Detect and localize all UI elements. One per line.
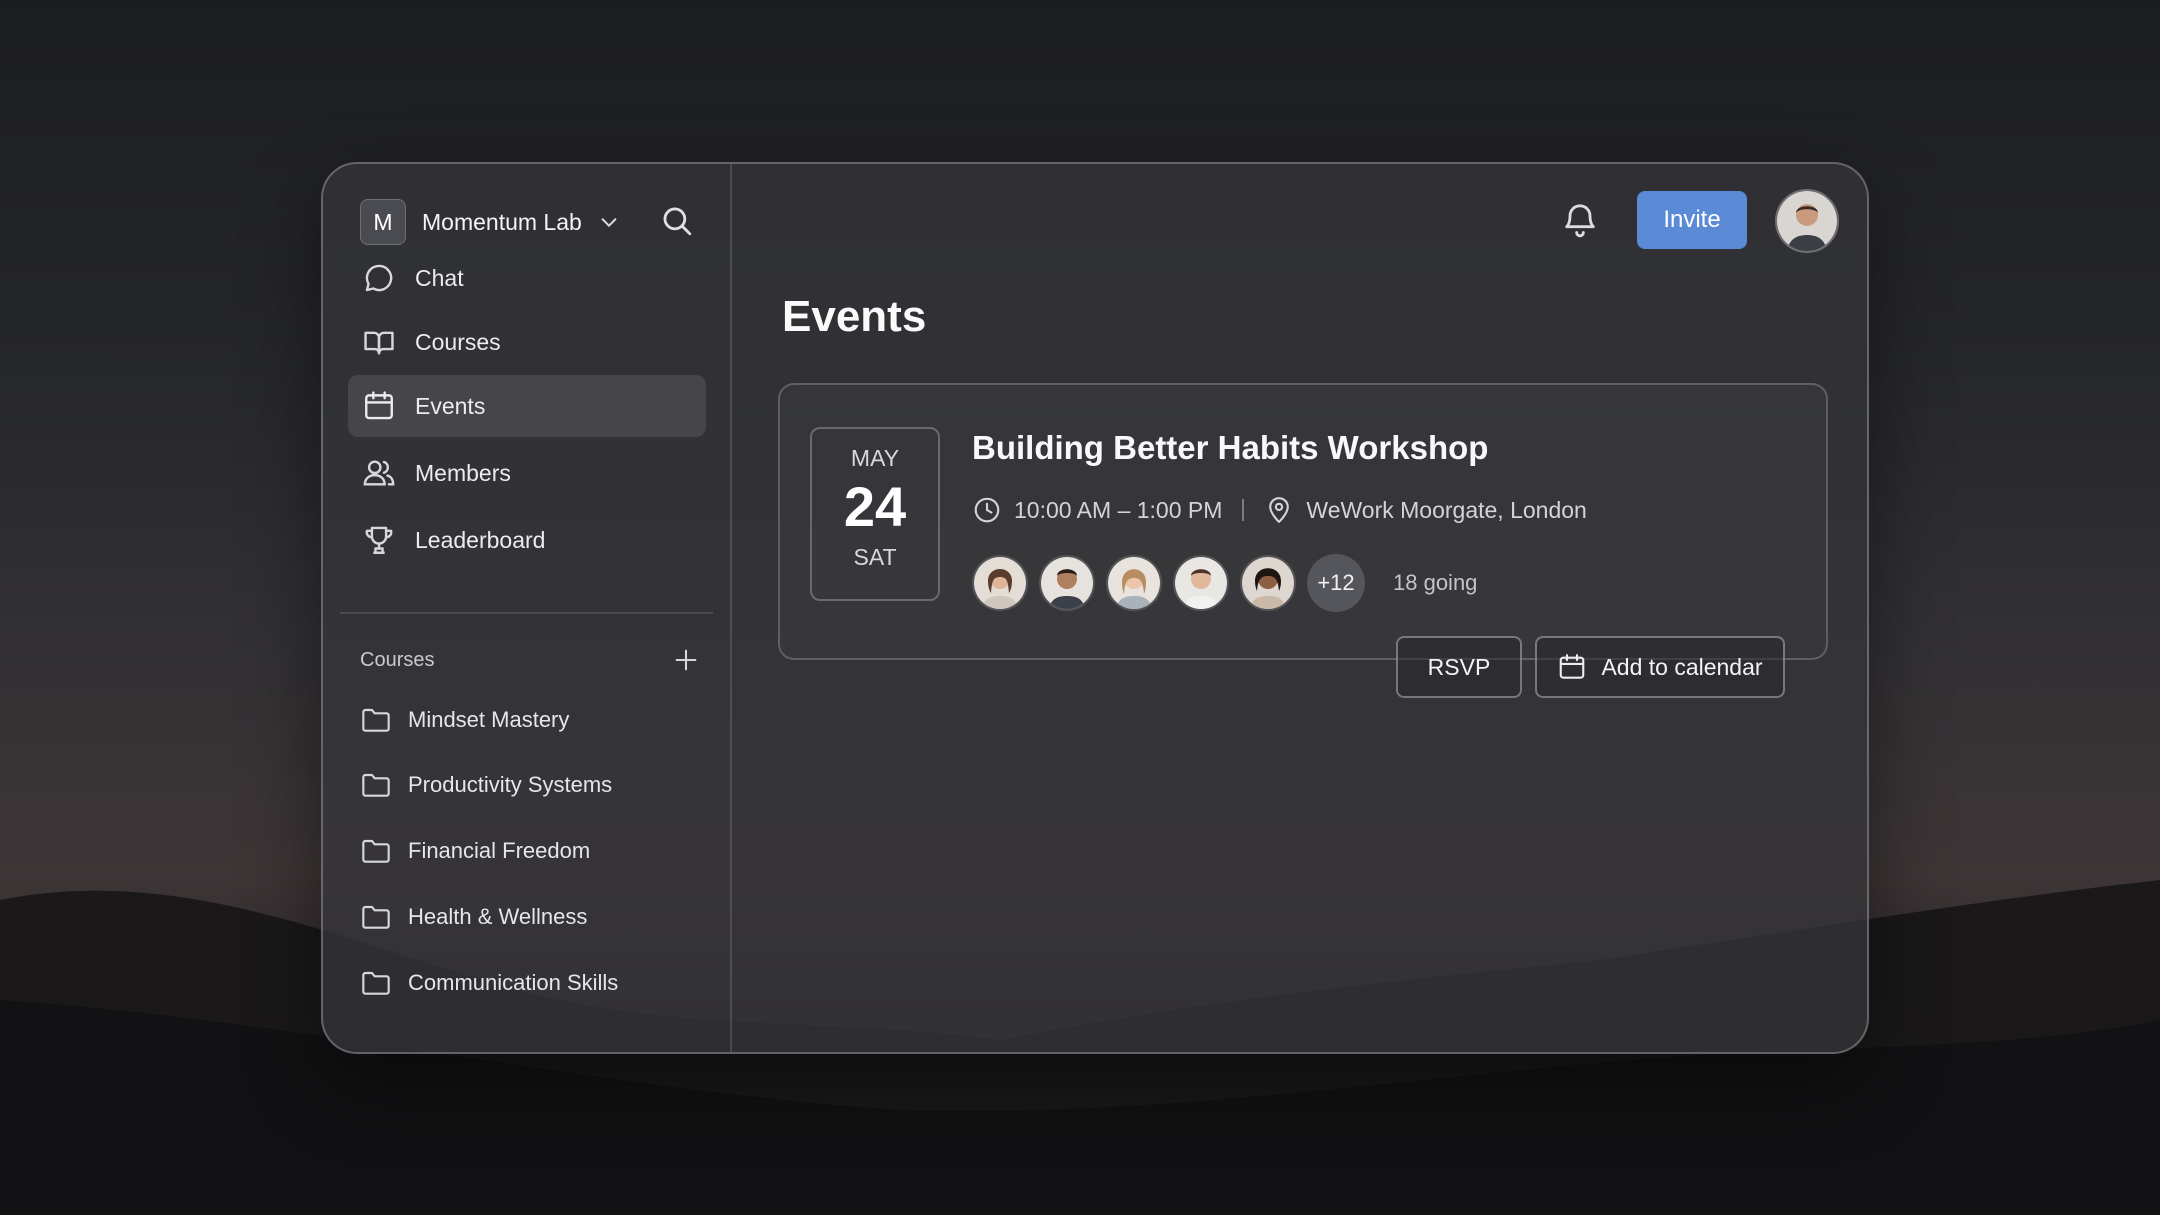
sidebar-item-label: Leaderboard [415, 526, 546, 553]
course-item-label: Health & Wellness [408, 904, 588, 929]
sidebar-item-courses[interactable]: Courses [348, 311, 706, 373]
attendee-avatar [1240, 555, 1296, 611]
courses-section-header: Courses [360, 640, 700, 680]
app-window: M Momentum Lab Chat Courses Events Membe… [321, 162, 1869, 1054]
sidebar-item-label: Courses [415, 328, 501, 355]
attendee-avatar [1106, 555, 1162, 611]
search-icon[interactable] [660, 204, 694, 238]
course-item-mindset-mastery[interactable]: Mindset Mastery [360, 695, 705, 745]
page-title: Events [782, 292, 927, 341]
sidebar-item-leaderboard[interactable]: Leaderboard [348, 509, 706, 571]
calendar-icon [365, 391, 393, 420]
folder-icon [362, 839, 390, 863]
course-item-label: Mindset Mastery [408, 707, 570, 732]
attendee-list[interactable]: +12 18 going [972, 554, 1478, 612]
event-meta: 10:00 AM – 1:00 PM WeWork Moorgate, Lond… [972, 492, 1587, 528]
location-pin-icon [1269, 497, 1290, 523]
more-attendees-badge[interactable]: +12 [1307, 554, 1365, 612]
sidebar-item-label: Events [415, 392, 486, 419]
event-day: 24 [843, 475, 907, 538]
chevron-down-icon[interactable] [598, 211, 620, 233]
bell-icon[interactable] [1560, 200, 1600, 240]
user-avatar-image [1777, 191, 1837, 251]
main-content: Invite Events MAY 24 SAT Building Better… [732, 164, 1867, 1052]
chat-icon [365, 264, 393, 292]
folder-icon [362, 773, 390, 797]
sidebar-item-label: Chat [415, 264, 464, 291]
workspace-switcher[interactable]: M Momentum Lab [360, 196, 700, 248]
sidebar: M Momentum Lab Chat Courses Events Membe… [323, 164, 732, 1052]
attendee-avatar [1039, 555, 1095, 611]
calendar-icon [1560, 654, 1585, 679]
folder-icon [362, 971, 390, 995]
rsvp-button[interactable]: RSVP [1396, 636, 1522, 698]
attendee-avatar [1173, 555, 1229, 611]
folder-icon [362, 905, 390, 929]
event-date: MAY 24 SAT [810, 427, 940, 601]
workspace-name: Momentum Lab [422, 208, 582, 235]
sidebar-divider [340, 612, 713, 614]
course-item-financial-freedom[interactable]: Financial Freedom [360, 826, 705, 876]
add-course-icon[interactable] [672, 646, 700, 674]
sidebar-item-members[interactable]: Members [348, 442, 706, 504]
book-icon [364, 331, 394, 355]
course-item-label: Financial Freedom [408, 838, 591, 863]
event-location: WeWork Moorgate, London [1306, 496, 1587, 523]
event-month: MAY [850, 445, 900, 471]
sidebar-item-events[interactable]: Events [348, 375, 706, 437]
sidebar-item-chat[interactable]: Chat [348, 247, 706, 309]
event-time: 10:00 AM – 1:00 PM [1014, 496, 1223, 523]
workspace-badge: M [360, 199, 406, 245]
course-item-label: Productivity Systems [408, 772, 613, 797]
course-item-label: Communication Skills [408, 970, 619, 995]
meta-separator [1242, 499, 1245, 521]
user-avatar[interactable] [1775, 189, 1839, 253]
courses-heading: Courses [360, 648, 435, 671]
event-title[interactable]: Building Better Habits Workshop [972, 429, 1488, 467]
event-card[interactable]: MAY 24 SAT Building Better Habits Worksh… [778, 383, 1828, 698]
add-to-calendar-button[interactable]: Add to calendar [1535, 636, 1785, 698]
attendee-avatar [972, 555, 1028, 611]
sidebar-item-label: Members [415, 459, 511, 486]
folder-icon [362, 708, 390, 732]
course-item-health-wellness[interactable]: Health & Wellness [360, 892, 705, 942]
event-weekday: SAT [853, 544, 897, 570]
trophy-icon [365, 526, 393, 554]
members-icon [363, 460, 395, 486]
course-item-productivity-systems[interactable]: Productivity Systems [360, 760, 705, 810]
clock-icon [974, 497, 1000, 523]
add-to-calendar-label: Add to calendar [1601, 653, 1763, 680]
going-count: 18 going [1393, 570, 1478, 595]
invite-button[interactable]: Invite [1637, 191, 1747, 249]
course-item-communication-skills[interactable]: Communication Skills [360, 958, 705, 1008]
